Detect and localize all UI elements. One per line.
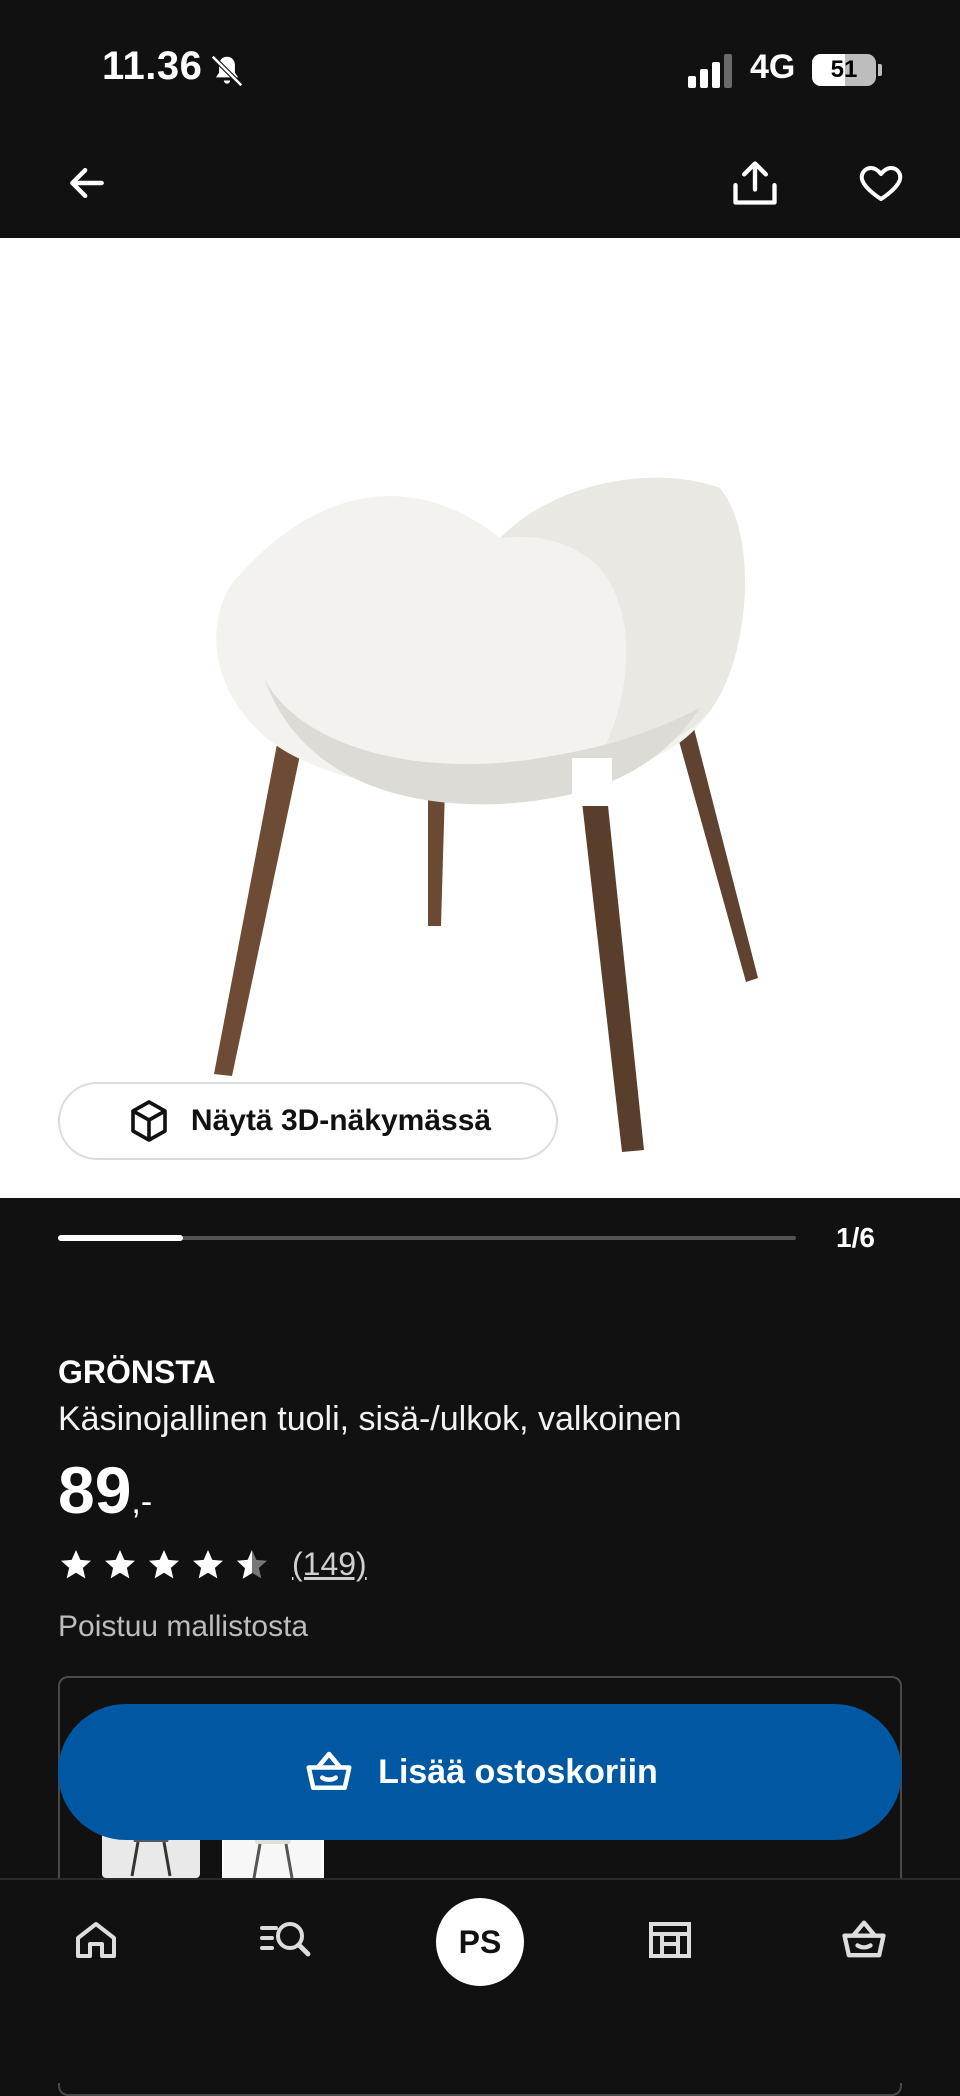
availability-note: Poistuu mallistosta: [58, 1610, 309, 1643]
search-list-icon: [260, 1922, 311, 1957]
star-icon: [105, 1549, 135, 1578]
product-price: 89,-: [58, 1452, 152, 1528]
cube-icon: [131, 1100, 167, 1142]
nav-search[interactable]: [236, 1900, 336, 1980]
basket-icon: [842, 1920, 886, 1958]
product-name: GRÖNSTA: [58, 1354, 216, 1390]
signal-icon: [688, 54, 732, 88]
share-button[interactable]: [720, 148, 790, 218]
star-icon: [149, 1549, 179, 1578]
star-icon: [193, 1549, 223, 1578]
network-label: 4G: [750, 48, 796, 86]
gallery-progress-fill: [58, 1235, 184, 1241]
star-half-icon: [237, 1549, 267, 1579]
battery-indicator: 51: [812, 54, 876, 86]
product-image: [214, 477, 758, 1152]
add-to-cart-label: Lisää ostoskoriin: [378, 1752, 658, 1791]
review-count-link[interactable]: (149): [292, 1546, 367, 1583]
product-description: Käsinojallinen tuoli, sisä-/ulkok, valko…: [58, 1400, 682, 1438]
nav-store[interactable]: [620, 1900, 720, 1980]
favorite-button[interactable]: [846, 148, 916, 218]
nav-home[interactable]: [46, 1900, 146, 1980]
heart-icon: [859, 166, 903, 201]
price-value: 89: [58, 1453, 132, 1527]
arrow-left-icon: [70, 167, 104, 199]
status-time: 11.36: [102, 44, 203, 88]
home-icon: [76, 1922, 116, 1958]
bell-muted-icon: [211, 55, 243, 87]
gallery-progress: [58, 1235, 796, 1241]
gallery-position: 1/6: [836, 1222, 875, 1253]
add-to-cart-button[interactable]: Lisää ostoskoriin: [58, 1704, 902, 1840]
star-icon: [61, 1549, 91, 1578]
share-icon: [733, 161, 777, 205]
battery-tip: [878, 64, 882, 76]
battery-level: 51: [830, 56, 858, 83]
nav-profile-avatar[interactable]: PS: [436, 1898, 524, 1986]
product-rating[interactable]: (149): [58, 1546, 367, 1583]
product-image-gallery[interactable]: Näytä 3D-näkymässä: [0, 238, 960, 1198]
store-icon: [649, 1922, 691, 1958]
view-3d-label: Näytä 3D-näkymässä: [190, 1104, 492, 1137]
back-button[interactable]: [52, 148, 122, 218]
price-suffix: ,-: [131, 1483, 153, 1521]
view-3d-button[interactable]: Näytä 3D-näkymässä: [58, 1082, 558, 1160]
nav-cart[interactable]: [814, 1900, 914, 1980]
basket-icon: [306, 1751, 352, 1790]
